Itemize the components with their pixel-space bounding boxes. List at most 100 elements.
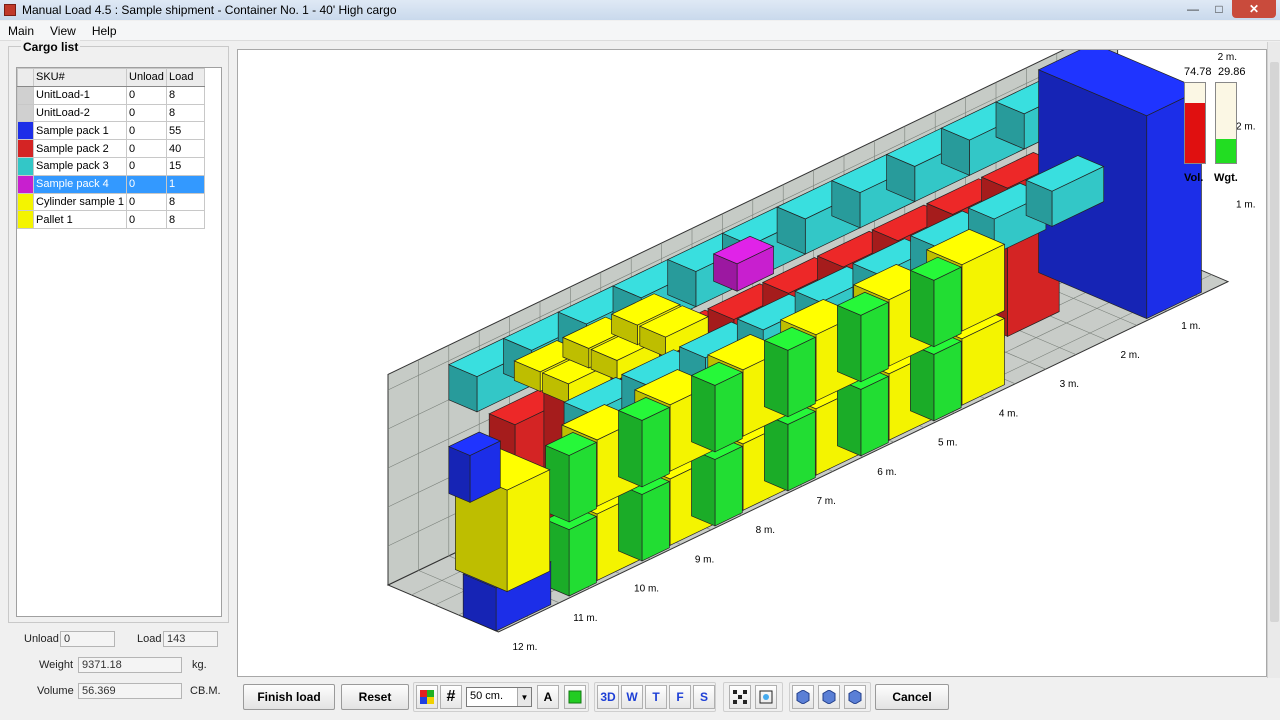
color-swatch [17, 174, 34, 194]
color-swatch [17, 210, 34, 230]
cargo-load: 8 [166, 85, 206, 105]
reset-button[interactable]: Reset [341, 684, 409, 710]
cargo-load: 55 [166, 121, 206, 141]
container-3d-view[interactable]: 1 m. 2 m. 3 m. 4 m. 5 m. 6 m. 7 m. 8 m. 9 m. 10 m… [238, 50, 1267, 677]
vertical-scrollbar[interactable] [1267, 42, 1280, 678]
wgt-value: 29.86 [1218, 66, 1246, 78]
bottom-toolbar: Finish load Reset # 50 cm. ▼ A 3D W T F … [237, 681, 1267, 715]
color-swatch [17, 156, 34, 176]
vol-value: 74.78 [1184, 66, 1212, 78]
length-label: 11 m. [573, 613, 597, 624]
cargo-list-title: Cargo list [21, 40, 81, 54]
height-label: 1 m. [1236, 200, 1255, 211]
menu-main[interactable]: Main [0, 24, 42, 38]
color-swatch [17, 85, 34, 105]
cargo-sku: Sample pack 4 [32, 174, 128, 194]
weight-unit: kg. [192, 659, 207, 671]
cargo-load: 15 [166, 156, 206, 176]
cargo-sku: Sample pack 3 [32, 156, 128, 176]
box-side [568, 515, 597, 597]
volume-field: 56.369 [78, 683, 182, 699]
cargo-row[interactable]: UnitLoad-2 0 8 [17, 103, 206, 123]
length-label: 6 m. [877, 467, 896, 478]
unload-field: 0 [60, 631, 115, 647]
cargo-list-group: Cargo list SKU# Unload Load UnitLoad-1 0 8… [8, 40, 229, 623]
height-label: 2 m. [1236, 122, 1255, 133]
wgt-gauge [1215, 82, 1237, 164]
header-load[interactable]: Load [166, 68, 206, 87]
cargo-box-unitload [763, 326, 817, 418]
volume-unit: CB.M. [190, 685, 221, 697]
box-end [691, 449, 716, 527]
cargo-unload: 0 [126, 139, 168, 158]
label-text-button[interactable]: A [537, 685, 559, 709]
view-front-button[interactable]: F [669, 685, 691, 709]
menu-bar: Main View Help [0, 21, 1280, 41]
rotate-left-icon[interactable] [792, 685, 814, 709]
box-side [641, 480, 670, 562]
minimize-icon[interactable]: — [1180, 0, 1206, 18]
header-sku[interactable]: SKU# [32, 68, 128, 87]
rotate-right-icon[interactable] [844, 685, 866, 709]
cargo-row[interactable]: Pallet 108 [17, 210, 206, 230]
load-view-canvas[interactable]: 1 m. 2 m. 3 m. 4 m. 5 m. 6 m. 7 m. 8 m. 9 m. 10 m… [237, 49, 1267, 677]
cargo-table: SKU# Unload Load UnitLoad-1 0 8 UnitLoad-2 0… [17, 68, 206, 230]
view-top-button[interactable]: T [645, 685, 667, 709]
box-side [860, 301, 889, 383]
rotate-center-icon[interactable] [818, 685, 840, 709]
view-side-button[interactable]: S [693, 685, 715, 709]
cargo-box-unitload [690, 361, 744, 453]
cargo-row[interactable]: Sample pack 3 0 15 [17, 156, 206, 176]
finish-load-button[interactable]: Finish load [243, 684, 335, 710]
cargo-unload: 0 [126, 174, 168, 194]
cargo-sku: Pallet 1 [32, 210, 128, 230]
cargo-unload: 0 [126, 103, 168, 123]
width-label: 2 m. [1218, 52, 1237, 63]
length-label: 2 m. [1120, 350, 1139, 361]
hand-svg [568, 690, 582, 704]
vol-label: Vol. [1184, 172, 1204, 184]
length-label: 7 m. [816, 496, 835, 507]
zoom-box-icon[interactable] [755, 685, 777, 709]
menu-help[interactable]: Help [84, 24, 125, 38]
cargo-row[interactable]: Sample pack 401 [17, 174, 206, 194]
scrollbar-thumb[interactable] [1270, 62, 1279, 622]
cargo-grid: SKU# Unload Load UnitLoad-1 0 8 UnitLoad-2 0… [16, 67, 222, 617]
view-wall-button[interactable]: W [621, 685, 643, 709]
fit-view-icon[interactable] [729, 685, 751, 709]
grid-icon[interactable]: # [440, 685, 462, 709]
grid-size-select[interactable]: 50 cm. ▼ [466, 687, 532, 707]
cargo-row[interactable]: Sample pack 1 0 55 [17, 121, 206, 141]
box-side [787, 336, 816, 418]
wgt-gauge-fill [1216, 139, 1236, 163]
hand-pan-icon[interactable] [564, 685, 586, 709]
close-icon[interactable]: ✕ [1232, 0, 1276, 18]
vol-gauge-fill [1185, 103, 1205, 163]
color-swatch [17, 103, 34, 123]
app-window: Manual Load 4.5 : Sample shipment - Cont… [0, 0, 1280, 720]
cargo-row[interactable]: Cylinder sample 108 [17, 192, 206, 212]
length-label: 8 m. [756, 525, 775, 536]
cargo-header-row: SKU# Unload Load [17, 68, 206, 87]
cargo-row[interactable]: Sample pack 2 0 40 [17, 139, 206, 158]
color-swatch [17, 121, 34, 141]
cargo-unload: 0 [126, 121, 168, 141]
cargo-box-unitload [544, 432, 598, 523]
cargo-row[interactable]: UnitLoad-1 0 8 [17, 85, 206, 105]
window-controls: — □ ✕ [1180, 0, 1276, 18]
box-side [568, 441, 597, 523]
view-3d-button[interactable]: 3D [597, 685, 619, 709]
vol-gauge [1184, 82, 1206, 164]
cancel-button[interactable]: Cancel [875, 684, 949, 710]
chevron-down-icon[interactable]: ▼ [517, 688, 531, 706]
box-side [506, 469, 551, 593]
color-palette-icon[interactable] [416, 685, 438, 709]
cargo-load: 1 [166, 174, 206, 194]
app-icon [4, 4, 16, 16]
maximize-icon[interactable]: □ [1206, 0, 1232, 18]
length-label: 3 m. [1060, 379, 1079, 390]
menu-view[interactable]: View [42, 24, 84, 38]
header-unload[interactable]: Unload [126, 68, 168, 87]
length-label: 4 m. [999, 408, 1018, 419]
cargo-load: 8 [166, 210, 206, 230]
